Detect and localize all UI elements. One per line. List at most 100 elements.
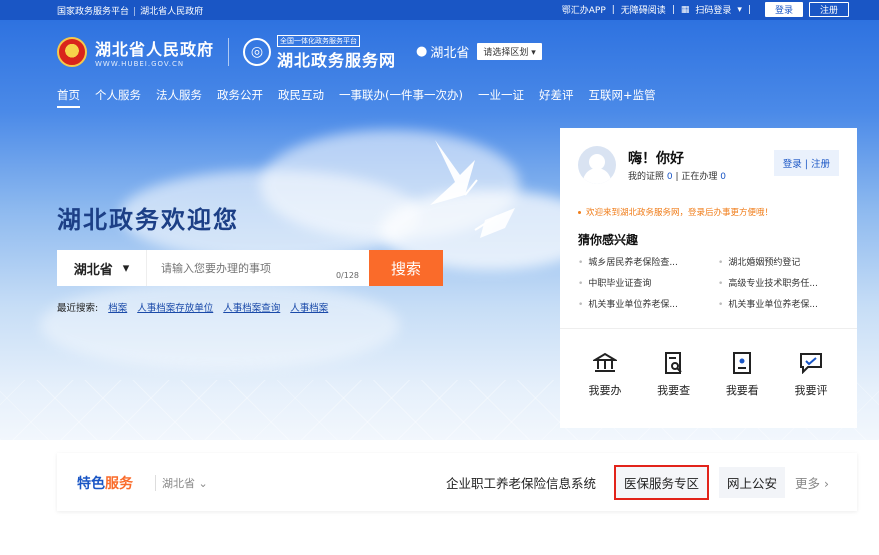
interest-item[interactable]: 高级专业技术职务任... (718, 276, 840, 289)
comment-icon (799, 353, 822, 374)
qr-icon: ▦ (680, 4, 690, 15)
panel-divider (560, 328, 857, 329)
header-divider (228, 37, 230, 66)
panel-register-button[interactable]: 注册 (811, 159, 830, 170)
interest-item[interactable]: 湖北婚姻预约登记 (718, 255, 840, 268)
query-doc-icon (664, 352, 682, 374)
national-emblem-icon (57, 36, 87, 67)
action-query[interactable]: 我要查 (647, 350, 701, 398)
gov-logo-text[interactable]: 湖北省人民政府 WWW.HUBEI.GOV.CN (95, 36, 214, 68)
location-indicator: ● 湖北省 (416, 42, 469, 61)
gov-name: 湖北省人民政府 (95, 39, 215, 59)
recent-label: 最近搜索: (57, 303, 99, 314)
chevron-right-icon: › (824, 476, 829, 491)
service-logo-text[interactable]: 全国一体化政务服务平台 湖北政务服务网 (277, 32, 396, 71)
gov-url: WWW.HUBEI.GOV.CN (95, 59, 185, 68)
action-label: 我要看 (725, 384, 759, 397)
action-handle[interactable]: 我要办 (578, 350, 632, 398)
online-police-link[interactable]: 网上公安 (718, 467, 785, 498)
search-province-label: 湖北省 (73, 262, 113, 278)
nav-interaction[interactable]: 政民互动 (278, 87, 324, 108)
search-button[interactable]: 搜索 (369, 250, 443, 286)
accessibility-link[interactable]: 无障碍阅读 (621, 3, 666, 16)
chevron-down-icon: ▾ (737, 4, 742, 15)
login-notice-text: 欢迎来到湖北政务服务网，登录后办事更方便哦！ (586, 208, 774, 218)
service-logo-icon: ◎ (243, 37, 272, 66)
featured-services: 特色服务 湖北省 ⌄ 企业职工养老保险信息系统 医保服务专区 网上公安 更多 › (57, 453, 857, 511)
topbar-left: 国家政务服务平台 | 湖北省人民政府 (57, 7, 204, 17)
nav-home[interactable]: 首页 (57, 87, 80, 108)
app-link[interactable]: 鄂汇办APP (562, 3, 606, 16)
processing-label: 正在办理 (681, 172, 718, 182)
medical-insurance-link[interactable]: 医保服务专区 (613, 465, 709, 500)
region-select[interactable]: 请选择区划 ▾ (477, 43, 542, 60)
action-label: 我要办 (588, 384, 622, 397)
interest-item[interactable]: 机关事业单位养老保... (578, 297, 718, 310)
login-notice: 欢迎来到湖北政务服务网，登录后办事更方便哦！ (578, 206, 773, 218)
more-link[interactable]: 更多 › (795, 473, 829, 492)
search-input-wrap: 0/128 (147, 250, 369, 286)
featured-title-b: 服务 (105, 476, 133, 492)
nav-supervision[interactable]: 互联网+监管 (588, 87, 655, 108)
nav-one-thing[interactable]: 一事联办(一件事一次办) (339, 87, 463, 108)
interest-title: 猜你感兴趣 (578, 233, 639, 247)
search-input[interactable] (147, 250, 369, 286)
recent-search-link[interactable]: 档案 (108, 300, 127, 314)
topbar-register-button[interactable]: 注册 (808, 2, 849, 17)
scan-login-link[interactable]: 扫码登录 (695, 3, 731, 16)
action-view[interactable]: 我要看 (715, 350, 769, 398)
site-header: 湖北省人民政府 WWW.HUBEI.GOV.CN ◎ 全国一体化政务服务平台 湖… (57, 32, 542, 71)
topbar-right: 鄂汇办APP | 无障碍阅读 | ▦ 扫码登录 ▾ | 登录 注册 (562, 2, 849, 17)
location-name: 湖北省 (430, 46, 470, 61)
location-pin-icon: ● (416, 44, 428, 59)
chevron-down-icon: ⌄ (198, 477, 208, 490)
caret-down-icon: ▾ (122, 260, 130, 276)
recent-searches: 最近搜索: 档案 人事档案存放单位 人事档案查询 人事档案 (57, 300, 328, 314)
action-label: 我要评 (794, 384, 828, 397)
nav-gov-affairs[interactable]: 政务公开 (217, 87, 263, 108)
featured-province-select[interactable]: 湖北省 ⌄ (155, 475, 208, 491)
processing-count[interactable]: 0 (720, 172, 726, 182)
search-bar: 湖北省 ▾ 0/128 搜索 (57, 250, 443, 286)
recent-search-link[interactable]: 人事档案查询 (223, 300, 280, 314)
license-count[interactable]: 0 (667, 172, 673, 182)
recent-search-link[interactable]: 人事档案存放单位 (137, 300, 213, 314)
nav-one-license[interactable]: 一业一证 (478, 87, 524, 108)
pension-system-link[interactable]: 企业职工养老保险信息系统 (438, 467, 604, 498)
crane-illustration (430, 140, 515, 238)
welcome-title: 湖北政务欢迎您 (57, 206, 239, 234)
top-utility-bar: 国家政务服务平台 | 湖北省人民政府 鄂汇办APP | 无障碍阅读 | ▦ 扫码登录 ▾… (0, 0, 879, 20)
bank-icon (593, 352, 617, 372)
user-panel: 嗨！你好 我的证照 0 | 正在办理 0 登录 | 注册 欢迎来到湖北政务服务网… (560, 128, 857, 428)
greeting: 嗨！你好 (628, 151, 684, 167)
license-label: 我的证照 (628, 172, 665, 182)
region-select-label: 请选择区划 (483, 48, 529, 58)
search-char-counter: 0/128 (335, 271, 359, 280)
platform-tag: 全国一体化政务服务平台 (277, 35, 361, 47)
topbar-login-button[interactable]: 登录 (764, 2, 803, 17)
caret-down-icon: ▾ (531, 48, 536, 58)
interest-item[interactable]: 城乡居民养老保险查... (578, 255, 718, 268)
interest-item[interactable]: 机关事业单位养老保... (718, 297, 840, 310)
interest-item[interactable]: 中职毕业证查询 (578, 276, 718, 289)
nav-personal[interactable]: 个人服务 (95, 87, 141, 108)
hubei-gov-link[interactable]: 湖北省人民政府 (140, 7, 203, 17)
nav-legal-person[interactable]: 法人服务 (156, 87, 202, 108)
search-province-select[interactable]: 湖北省 ▾ (57, 250, 147, 286)
view-doc-icon (733, 352, 752, 374)
main-nav: 首页 个人服务 法人服务 政务公开 政民互动 一事联办(一件事一次办) 一业一证… (57, 87, 656, 108)
action-comment[interactable]: 我要评 (784, 350, 838, 398)
featured-title: 特色服务 (77, 473, 133, 493)
action-label: 我要查 (657, 384, 691, 397)
panel-login-button[interactable]: 登录 (783, 159, 802, 170)
featured-links: 企业职工养老保险信息系统 医保服务专区 网上公安 更多 › (438, 465, 829, 500)
avatar[interactable] (578, 146, 616, 184)
more-label: 更多 (795, 476, 821, 491)
service-name: 湖北政务服务网 (277, 51, 397, 70)
recent-search-link[interactable]: 人事档案 (290, 300, 328, 314)
featured-title-a: 特色 (77, 476, 105, 492)
national-platform-link[interactable]: 国家政务服务平台 (57, 7, 129, 17)
interest-list: 城乡居民养老保险查... 湖北婚姻预约登记 中职毕业证查询 高级专业技术职务任.… (578, 255, 840, 310)
nav-evaluation[interactable]: 好差评 (539, 87, 574, 108)
quick-actions: 我要办 我要查 我要看 我要评 (578, 350, 838, 398)
